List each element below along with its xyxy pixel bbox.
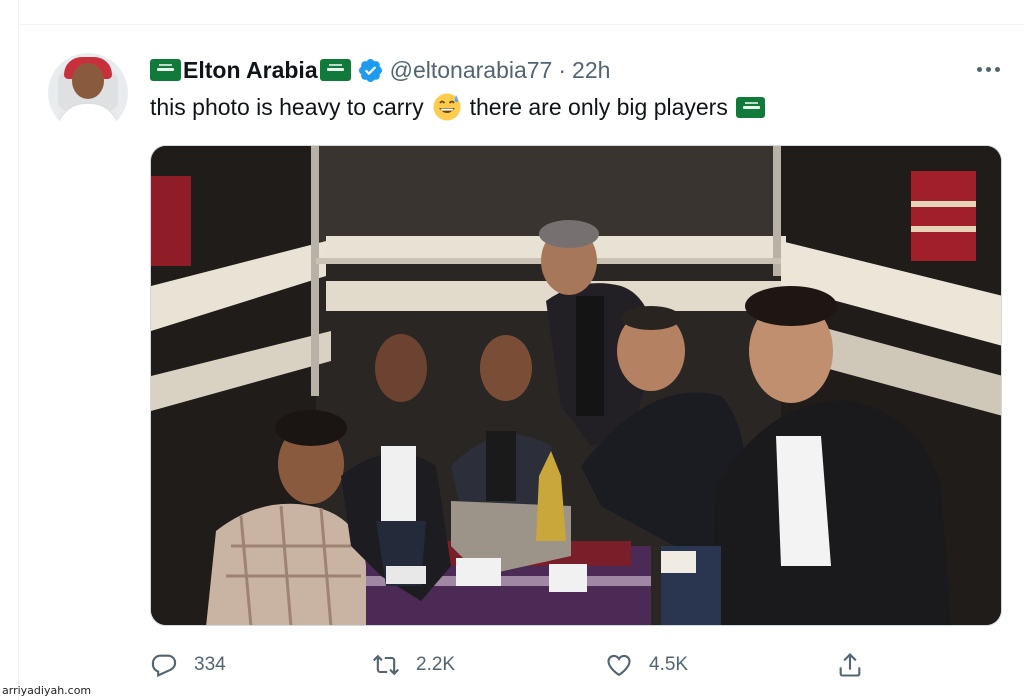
retweet-icon: [373, 654, 399, 676]
saudi-flag-icon: [735, 96, 765, 118]
tweet-text-part-1: this photo is heavy to carry: [150, 93, 424, 120]
tweet-actions: 334 2.2K 4.5K: [150, 650, 870, 680]
tweet-photo[interactable]: [150, 145, 1002, 626]
reply-icon: [151, 654, 177, 678]
retweet-count: 2.2K: [416, 654, 456, 675]
reply-button[interactable]: 334: [150, 650, 226, 680]
display-name[interactable]: Elton Arabia: [183, 57, 318, 84]
tweet-text-part-2: there are only big players: [469, 93, 728, 120]
reply-count: 334: [194, 654, 226, 675]
avatar[interactable]: [48, 53, 128, 133]
timestamp[interactable]: 22h: [572, 57, 610, 84]
user-handle[interactable]: @eltonarabia77: [390, 57, 553, 84]
more-options-icon[interactable]: [973, 62, 1003, 76]
verified-badge-icon[interactable]: [357, 57, 384, 84]
avatar-face: [72, 63, 104, 99]
share-button[interactable]: [836, 650, 880, 680]
like-button[interactable]: 4.5K: [605, 650, 688, 680]
heart-icon: [607, 654, 631, 677]
saudi-flag-icon: [150, 59, 181, 81]
share-icon: [839, 653, 861, 677]
grinning-face-with-sweat-icon: [433, 93, 461, 121]
tweet-header: Elton Arabia @eltonarabia77 · 22h: [150, 56, 610, 84]
like-count: 4.5K: [649, 654, 689, 675]
watermark: arriyadiyah.com: [2, 684, 92, 697]
retweet-button[interactable]: 2.2K: [372, 650, 455, 680]
saudi-flag-icon: [319, 59, 351, 81]
tweet-text: this photo is heavy to carry there are o…: [150, 92, 765, 122]
timeline-border-left: [18, 0, 19, 700]
timeline-border-top: [18, 24, 1024, 25]
group-photo-illustration: [151, 146, 1001, 625]
separator-dot: ·: [558, 56, 567, 83]
